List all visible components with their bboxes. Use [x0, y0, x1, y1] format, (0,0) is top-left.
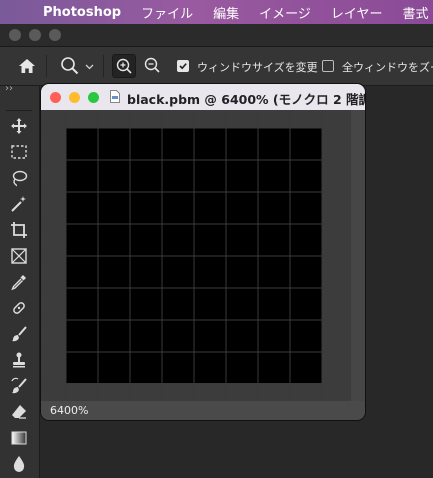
checkmark-icon [179, 63, 187, 70]
file-icon [110, 90, 120, 103]
zoom-out-button[interactable] [141, 54, 163, 76]
resize-windows-label: ウィンドウサイズを変更 [197, 61, 318, 74]
home-icon[interactable] [18, 58, 36, 74]
menu-image[interactable]: イメージ [259, 3, 311, 22]
rectangular-marquee-icon[interactable] [10, 143, 28, 161]
history-brush-icon[interactable] [10, 377, 28, 395]
vertical-scrollbar[interactable] [351, 110, 365, 401]
gradient-icon[interactable] [10, 429, 28, 447]
frame-icon[interactable] [10, 247, 28, 265]
brush-icon[interactable] [10, 325, 28, 343]
separator [103, 55, 104, 77]
zoom-out-icon [144, 57, 160, 73]
tools-panel: ›› [0, 83, 40, 478]
healing-brush-icon[interactable] [10, 299, 28, 317]
status-bar: 6400% [41, 401, 365, 420]
app-minimize-button[interactable] [29, 29, 41, 41]
app-menu-photoshop[interactable]: Photoshop [43, 5, 121, 20]
menu-bar: Photoshop ファイル 編集 イメージ レイヤー 書式 [0, 0, 433, 24]
crop-icon[interactable] [10, 221, 28, 239]
zoom-tool-icon[interactable] [60, 56, 80, 76]
canvas-svg [41, 110, 351, 401]
canvas-area[interactable] [41, 110, 365, 401]
document-title: black.pbm @ 6400% (モノクロ 2 階調) [127, 92, 365, 107]
lasso-icon[interactable] [10, 169, 28, 187]
zoom-level[interactable]: 6400% [50, 404, 88, 417]
app-title-strip [0, 24, 433, 47]
eraser-icon[interactable] [10, 403, 28, 421]
blur-icon[interactable] [10, 455, 28, 473]
eyedropper-icon[interactable] [10, 273, 28, 291]
zoom-all-windows-checkbox[interactable] [322, 60, 334, 72]
menu-file[interactable]: ファイル [141, 3, 193, 22]
resize-windows-checkbox[interactable] [177, 60, 189, 72]
separator [6, 110, 32, 111]
document-title-bar[interactable]: black.pbm @ 6400% (モノクロ 2 階調) [41, 84, 365, 110]
clone-stamp-icon[interactable] [10, 351, 28, 369]
options-bar: ウィンドウサイズを変更 全ウィンドウをズー [0, 47, 433, 86]
panel-collapse-icon[interactable]: ›› [5, 83, 13, 94]
menu-layer[interactable]: レイヤー [331, 3, 383, 22]
document-minimize-button[interactable] [69, 92, 80, 103]
zoom-in-button[interactable] [112, 54, 136, 78]
separator [46, 55, 47, 77]
app-zoom-button[interactable] [49, 29, 61, 41]
zoom-in-icon [116, 58, 132, 74]
app-close-button[interactable] [9, 29, 21, 41]
document-window: black.pbm @ 6400% (モノクロ 2 階調) 6400% [41, 84, 365, 420]
document-close-button[interactable] [50, 92, 61, 103]
menu-type[interactable]: 書式 [403, 3, 429, 22]
chevron-down-icon[interactable] [85, 64, 94, 70]
move-tool-icon[interactable] [10, 117, 28, 135]
document-zoom-button[interactable] [88, 92, 99, 103]
menu-edit[interactable]: 編集 [213, 3, 239, 22]
magic-wand-icon[interactable] [10, 195, 28, 213]
zoom-all-windows-label: 全ウィンドウをズー [342, 61, 433, 74]
